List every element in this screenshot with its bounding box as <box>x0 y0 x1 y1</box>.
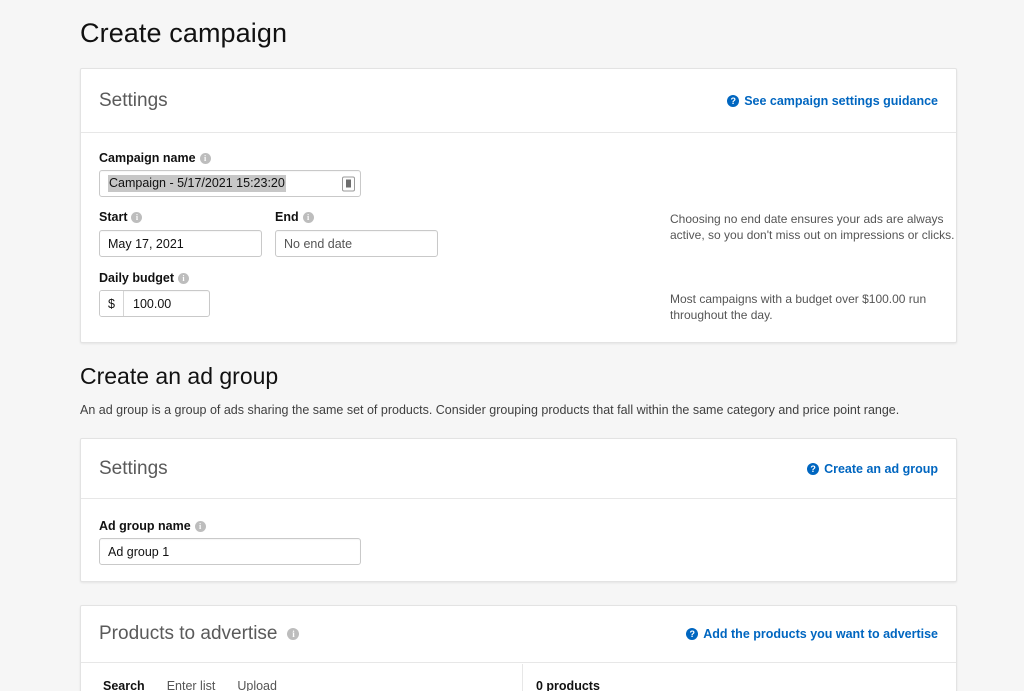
info-icon[interactable]: i <box>195 521 206 532</box>
end-date-label: End i <box>275 210 314 224</box>
autofill-icon[interactable] <box>342 176 355 191</box>
start-date-value: May 17, 2021 <box>108 237 184 251</box>
campaign-name-input[interactable]: Campaign - 5/17/2021 15:23:20 <box>99 170 361 197</box>
end-date-value: No end date <box>284 237 352 251</box>
campaign-name-label: Campaign name i <box>99 151 211 165</box>
start-date-label-text: Start <box>99 210 127 224</box>
products-card-header: Products to advertise i ? Add the produc… <box>81 606 956 663</box>
info-icon[interactable]: i <box>131 212 142 223</box>
tab-enter-list[interactable]: Enter list <box>167 679 216 691</box>
currency-symbol: $ <box>100 291 124 316</box>
products-title: Products to advertise <box>99 623 277 645</box>
start-date-input[interactable]: May 17, 2021 <box>99 230 262 257</box>
info-icon[interactable]: i <box>303 212 314 223</box>
products-to-advertise-card: Products to advertise i ? Add the produc… <box>80 605 957 691</box>
ad-group-settings-card-header: Settings ? Create an ad group <box>81 439 956 499</box>
campaign-settings-card-header: Settings ? See campaign settings guidanc… <box>81 69 956 133</box>
question-circle-icon: ? <box>727 95 739 107</box>
products-count: 0 products <box>536 679 600 691</box>
see-campaign-settings-guidance-link[interactable]: ? See campaign settings guidance <box>727 94 938 108</box>
ad-group-section-title: Create an ad group <box>80 363 278 390</box>
add-products-link[interactable]: ? Add the products you want to advertise <box>686 627 938 641</box>
end-date-input[interactable]: No end date <box>275 230 438 257</box>
ad-group-name-input[interactable]: Ad group 1 <box>99 538 361 565</box>
page-title: Create campaign <box>80 18 287 49</box>
daily-budget-input[interactable]: $ 100.00 <box>99 290 210 317</box>
products-tabs: Search Enter list Upload <box>103 679 277 691</box>
see-campaign-settings-guidance-label: See campaign settings guidance <box>744 94 938 108</box>
daily-budget-value: 100.00 <box>124 291 209 316</box>
products-panel-divider <box>522 664 523 691</box>
info-icon[interactable]: i <box>200 153 211 164</box>
end-date-label-text: End <box>275 210 299 224</box>
ad-group-name-value: Ad group 1 <box>108 545 169 559</box>
end-date-helper-text: Choosing no end date ensures your ads ar… <box>670 211 960 243</box>
daily-budget-label: Daily budget i <box>99 271 189 285</box>
campaign-name-value: Campaign - 5/17/2021 15:23:20 <box>108 175 286 192</box>
ad-group-settings-title: Settings <box>99 458 168 480</box>
info-icon[interactable]: i <box>287 628 299 640</box>
start-date-label: Start i <box>99 210 142 224</box>
campaign-name-label-text: Campaign name <box>99 151 196 165</box>
add-products-label: Add the products you want to advertise <box>703 627 938 641</box>
create-an-ad-group-label: Create an ad group <box>824 462 938 476</box>
create-campaign-page: Create campaign Settings ? See campaign … <box>0 0 1024 691</box>
ad-group-section-description: An ad group is a group of ads sharing th… <box>80 402 940 418</box>
info-icon[interactable]: i <box>178 273 189 284</box>
create-an-ad-group-link[interactable]: ? Create an ad group <box>807 462 938 476</box>
ad-group-settings-card: Settings ? Create an ad group Ad group n… <box>80 438 957 582</box>
campaign-settings-card: Settings ? See campaign settings guidanc… <box>80 68 957 343</box>
tab-upload[interactable]: Upload <box>237 679 277 691</box>
ad-group-name-label-text: Ad group name <box>99 519 191 533</box>
daily-budget-label-text: Daily budget <box>99 271 174 285</box>
question-circle-icon: ? <box>807 463 819 475</box>
campaign-settings-title: Settings <box>99 90 168 112</box>
ad-group-name-label: Ad group name i <box>99 519 206 533</box>
daily-budget-helper-text: Most campaigns with a budget over $100.0… <box>670 291 960 323</box>
tab-search[interactable]: Search <box>103 679 145 691</box>
products-title-wrap: Products to advertise i <box>99 623 299 645</box>
question-circle-icon: ? <box>686 628 698 640</box>
